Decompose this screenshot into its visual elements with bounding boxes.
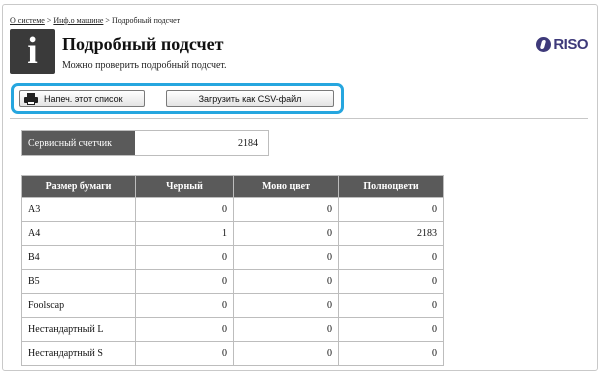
riso-logo-mark-icon bbox=[536, 37, 552, 52]
cell-mono-color: 0 bbox=[233, 293, 339, 318]
service-counter-label: Сервисный счетчик bbox=[22, 131, 135, 155]
print-list-label: Напеч. этот список bbox=[44, 93, 123, 104]
cell-black: 0 bbox=[135, 317, 234, 342]
cell-mono-color: 0 bbox=[233, 221, 339, 246]
table-header-row: Размер бумаги Черный Моно цвет Полноцвет… bbox=[21, 175, 444, 198]
cell-paper-size: A4 bbox=[21, 221, 136, 246]
cell-black: 1 bbox=[135, 221, 234, 246]
print-list-button[interactable]: Напеч. этот список bbox=[19, 90, 145, 107]
service-counter-value: 2184 bbox=[135, 131, 268, 155]
cell-black: 0 bbox=[135, 341, 234, 366]
printer-icon bbox=[24, 92, 38, 105]
cell-black: 0 bbox=[135, 269, 234, 294]
download-csv-label: Загрузить как CSV-файл bbox=[198, 93, 302, 104]
cell-mono-color: 0 bbox=[233, 269, 339, 294]
cell-black: 0 bbox=[135, 245, 234, 270]
table-row: A3 0 0 0 bbox=[21, 197, 444, 222]
cell-paper-size: Foolscap bbox=[21, 293, 136, 318]
count-table: Размер бумаги Черный Моно цвет Полноцвет… bbox=[21, 175, 444, 366]
cell-full-color: 2183 bbox=[338, 221, 444, 246]
table-row: A4 1 0 2183 bbox=[21, 221, 444, 246]
table-row: Нестандартный S 0 0 0 bbox=[21, 341, 444, 366]
cell-full-color: 0 bbox=[338, 317, 444, 342]
breadcrumb-link-machine-info[interactable]: Инф.о машине bbox=[53, 16, 103, 25]
table-row: B4 0 0 0 bbox=[21, 245, 444, 270]
section-divider bbox=[10, 118, 588, 119]
cell-mono-color: 0 bbox=[233, 341, 339, 366]
column-header-full-color: Полноцвети bbox=[338, 175, 444, 198]
cell-paper-size: A3 bbox=[21, 197, 136, 222]
cell-mono-color: 0 bbox=[233, 245, 339, 270]
cell-full-color: 0 bbox=[338, 245, 444, 270]
cell-full-color: 0 bbox=[338, 197, 444, 222]
breadcrumb-separator: > bbox=[46, 16, 52, 25]
column-header-black: Черный bbox=[135, 175, 234, 198]
info-icon: i bbox=[10, 29, 55, 74]
cell-full-color: 0 bbox=[338, 269, 444, 294]
breadcrumb: О системе > Инф.о машине > Подробный под… bbox=[10, 16, 180, 25]
cell-paper-size: Нестандартный S bbox=[21, 341, 136, 366]
column-header-mono-color: Моно цвет bbox=[233, 175, 339, 198]
breadcrumb-current: Подробный подсчет bbox=[111, 16, 181, 25]
cell-paper-size: B5 bbox=[21, 269, 136, 294]
cell-full-color: 0 bbox=[338, 293, 444, 318]
cell-mono-color: 0 bbox=[233, 197, 339, 222]
download-csv-button[interactable]: Загрузить как CSV-файл bbox=[166, 90, 334, 107]
cell-black: 0 bbox=[135, 293, 234, 318]
breadcrumb-separator: > bbox=[105, 16, 110, 25]
column-header-paper-size: Размер бумаги bbox=[21, 175, 136, 198]
table-row: Нестандартный L 0 0 0 bbox=[21, 317, 444, 342]
cell-paper-size: B4 bbox=[21, 245, 136, 270]
page-subtitle: Можно проверить подробный подсчет. bbox=[62, 60, 227, 71]
cell-mono-color: 0 bbox=[233, 317, 339, 342]
breadcrumb-link-system[interactable]: О системе bbox=[10, 16, 45, 25]
table-row: Foolscap 0 0 0 bbox=[21, 293, 444, 318]
cell-full-color: 0 bbox=[338, 341, 444, 366]
service-counter: Сервисный счетчик 2184 bbox=[21, 130, 269, 156]
riso-logo-text: RISO bbox=[553, 36, 588, 53]
cell-black: 0 bbox=[135, 197, 234, 222]
page-title: Подробный подсчет bbox=[62, 34, 224, 54]
riso-logo: RISO bbox=[536, 36, 588, 53]
table-row: B5 0 0 0 bbox=[21, 269, 444, 294]
cell-paper-size: Нестандартный L bbox=[21, 317, 136, 342]
